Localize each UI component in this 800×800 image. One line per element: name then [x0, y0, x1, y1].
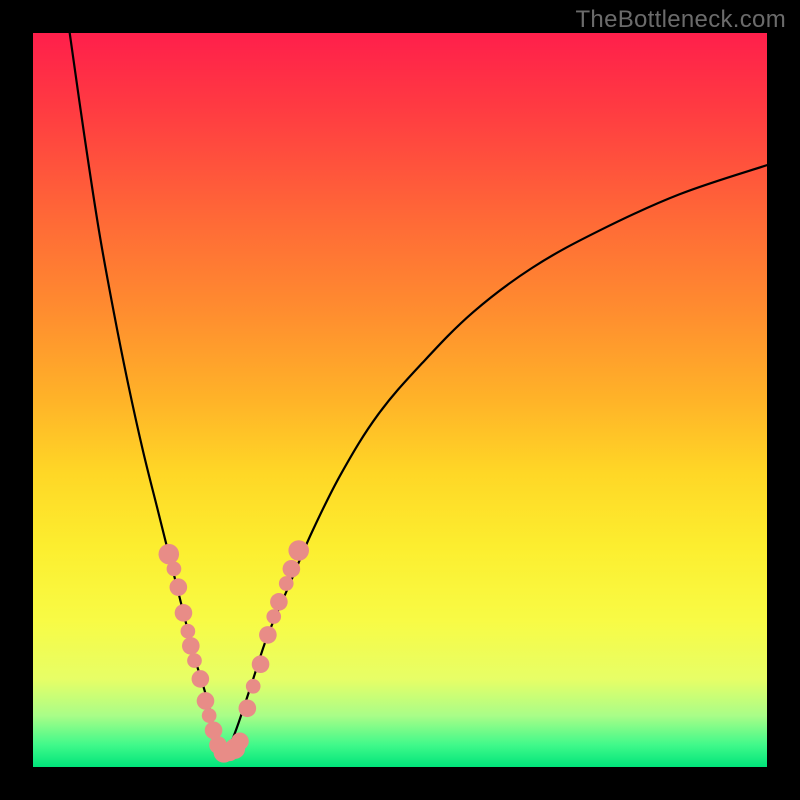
data-dot [170, 578, 188, 596]
data-dot [167, 561, 182, 576]
data-dot [181, 624, 196, 639]
data-dot [246, 679, 261, 694]
data-dot [197, 692, 215, 710]
data-dot [259, 626, 277, 644]
data-dot [187, 653, 202, 668]
data-dot [202, 708, 217, 723]
watermark-text: TheBottleneck.com [575, 6, 786, 34]
dots-group [159, 540, 309, 762]
plot-area [33, 33, 767, 767]
data-dot [270, 593, 288, 611]
data-dot [288, 540, 309, 561]
data-dot [252, 655, 270, 673]
data-dot [182, 637, 200, 655]
data-dot [266, 609, 281, 624]
data-dot [192, 670, 210, 688]
data-dot [175, 604, 193, 622]
chart-frame: TheBottleneck.com [0, 0, 800, 800]
data-dot [231, 733, 249, 751]
data-dot [279, 576, 294, 591]
data-dot [239, 699, 257, 717]
right-curve [228, 165, 767, 752]
data-dot [159, 544, 180, 565]
curves-svg [33, 33, 767, 767]
data-dot [283, 560, 301, 578]
